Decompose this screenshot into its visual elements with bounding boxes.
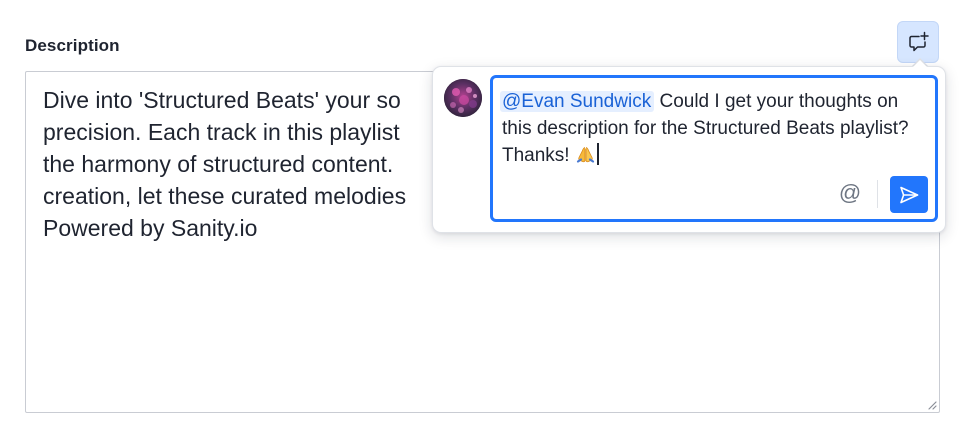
user-mention[interactable]: @Evan Sundwick	[500, 91, 655, 112]
popover-caret-fill	[912, 60, 928, 68]
composer-divider	[877, 180, 878, 208]
description-field-panel: Description Dive into 'Structured Beats'…	[0, 0, 960, 426]
add-comment-button[interactable]	[897, 21, 939, 63]
add-comment-icon	[909, 31, 929, 52]
comment-input[interactable]: @Evan Sundwick Could I get your thoughts…	[500, 88, 922, 169]
user-avatar	[444, 79, 482, 117]
comment-composer[interactable]: @Evan Sundwick Could I get your thoughts…	[490, 75, 938, 222]
text-cursor	[596, 143, 599, 165]
send-icon	[900, 186, 919, 203]
folded-hands-emoji-icon	[576, 147, 594, 163]
field-label: Description	[25, 36, 120, 55]
resize-handle-icon[interactable]	[927, 400, 937, 410]
send-button[interactable]	[890, 176, 928, 213]
mention-button[interactable]: @	[836, 179, 864, 207]
